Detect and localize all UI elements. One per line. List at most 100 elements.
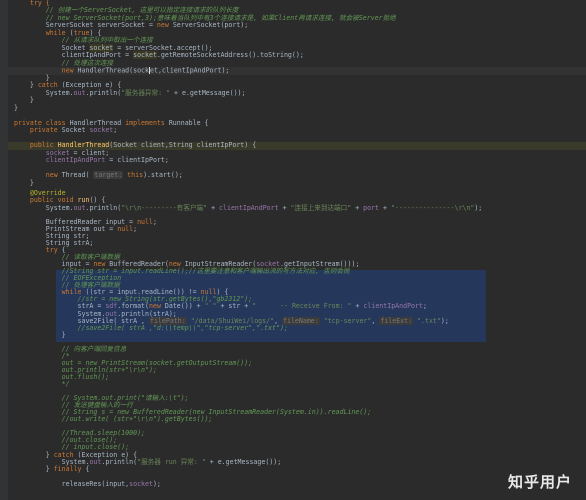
code-token: Thread( [61,171,94,179]
code-token: Socket [61,126,90,134]
code-token: // input.close(); [14,443,130,451]
code-token: strA = [14,302,106,310]
code-token: .format( [117,302,149,310]
code-line[interactable]: //out.write( (str+"\r\n").getBytes()); [14,415,213,424]
code-token: } [14,179,34,187]
code-token: Runnable { [168,119,209,127]
code-token: ServerSocket(port); [172,21,249,29]
code-token: ); [474,204,483,212]
code-token: ".txt" [413,317,441,325]
code-token: (Socket client,String clientIpPort) { [109,141,257,149]
code-token: releaseRes(input, [14,480,130,488]
code-token: } [14,104,18,112]
code-token: run [77,196,90,204]
code-line[interactable]: System.out.println("服务器异常: " + e.getMess… [14,89,246,98]
code-line[interactable]: } [14,331,66,340]
code-token: public void [14,196,78,204]
code-token: } [14,331,66,339]
code-token: + [278,204,291,212]
code-line[interactable]: releaseRes(input,socket); [14,480,161,489]
code-line[interactable]: clientIpAndPort = clientIpPort; [14,156,169,165]
code-token: .println( [85,204,122,212]
code-token: + e.getMessage()); [170,89,246,97]
code-token: null [117,225,134,233]
code-token: "服务器异常: " [121,89,171,97]
code-token: private [14,126,62,134]
code-token: System. [14,204,74,212]
code-token: clientIpAndPort [14,156,106,164]
code-token: out [89,458,102,466]
code-token: Date()) + [164,302,205,310]
code-line[interactable]: } [14,104,18,113]
code-token: } [14,465,54,473]
code-token: } [14,81,38,89]
parameter-hint: fileExt: [379,317,414,325]
code-line[interactable]: System.out.println("\r\n---------有客户端" +… [14,204,483,213]
code-token: clientIpAndPort = [14,51,134,59]
code-token: + e.getMessage()); [205,458,282,466]
code-token: ).start(); [143,171,183,179]
code-token: et,clientIpAndPort); [150,66,230,75]
editor-gutter[interactable] [0,0,8,500]
code-line[interactable]: */ [14,380,70,389]
code-token: "服务器 run 异常: " [137,458,206,466]
code-token: .println( [85,89,122,97]
code-token: (Exception e) { [61,81,122,89]
code-token: out [73,204,86,212]
code-token: clientIpAndPort [363,302,423,310]
code-line[interactable]: private Socket socket; [14,126,118,135]
code-token: + str + [216,302,253,310]
code-line[interactable]: new Thread( target: this).start(); [14,171,183,180]
code-token: { [85,465,90,473]
code-token: new [149,302,165,310]
code-token: } [14,96,34,104]
code-token: //out.write( (str+"\r\n").getBytes()); [14,415,213,423]
code-token: = clientIpPort; [105,156,169,164]
code-token: socket [129,480,153,488]
code-token: ; [152,218,157,226]
code-token: // 创建一个ServerSocket, 这里可以指定连接请求的队列长度 [14,6,239,14]
code-token: HandlerThread [57,141,110,149]
code-token: this [123,171,144,179]
code-token: ServerSocket serverSocket = [14,21,157,29]
code-token: catch [37,81,62,89]
code-line[interactable]: } finally { [14,465,90,474]
code-token: " " [204,302,217,310]
code-token: .println( [101,458,138,466]
code-token: + [379,204,391,212]
code-token: HandlerThread(sock [77,66,149,75]
code-token: "tcp-server" [319,317,372,325]
code-token: "---------------\r\n" [390,204,475,212]
code-token: .getRemoteSocketAddress().toString(); [156,51,304,59]
code-token: public [14,141,58,149]
code-token: "连接上来到达端口" [290,204,352,212]
code-token: finally [53,465,86,473]
code-token: implements [125,119,169,127]
code-token: // 从请求队列中取出一个连接 [14,36,153,44]
code-token: null [137,218,153,226]
code-token: socket [89,126,114,134]
parameter-hint: target: [93,171,124,179]
code-token: port [363,204,380,212]
watermark-text: 知乎用户 [507,473,572,491]
code-token: socket [133,51,157,59]
code-token: clientIpAndPort [219,204,279,212]
code-token: ); [152,480,161,488]
code-token: ; [422,302,427,310]
code-token: new [14,171,62,179]
code-editor[interactable]: try { // 创建一个ServerSocket, 这里可以指定连接请求的队列… [0,0,586,500]
code-token: " -- Receive From: " [252,302,352,310]
code-token: new [156,21,173,29]
code-line[interactable]: } [14,179,34,188]
code-token: out [73,89,86,97]
code-token: ; [133,225,138,233]
code-token: "\r\n---------有客户端" [121,204,208,212]
code-token: () { [89,196,106,204]
code-token: + [351,204,364,212]
code-token: ; [113,126,118,134]
code-token: + [207,204,220,212]
code-token: ); [440,317,449,325]
code-token: */ [14,380,70,388]
code-token: sdf [105,302,118,310]
code-token: + [351,302,364,310]
